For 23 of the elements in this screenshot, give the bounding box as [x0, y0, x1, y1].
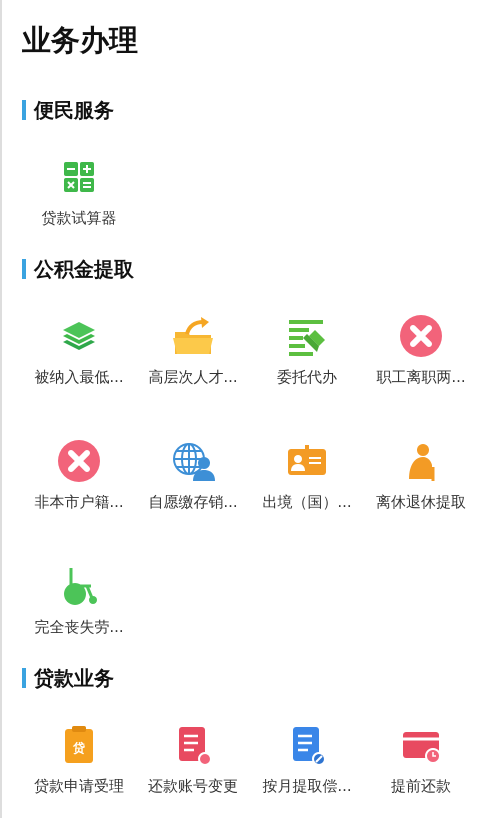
- accent-bar: [22, 100, 26, 120]
- cross-icon[interactable]: [57, 439, 101, 483]
- service-label[interactable]: 自愿缴存销...: [148, 492, 238, 512]
- accent-bar: [22, 668, 26, 688]
- service-label[interactable]: 按月提取偿...: [262, 776, 352, 796]
- section-title: 便民服务: [34, 96, 114, 124]
- service-label[interactable]: 完全丧失劳...: [34, 617, 124, 637]
- service-label[interactable]: 非本市户籍...: [34, 492, 124, 512]
- section-title: 公积金提取: [34, 256, 134, 282]
- service-label[interactable]: 贷款试算器: [42, 208, 116, 228]
- service-label[interactable]: 高层次人才...: [148, 367, 238, 387]
- service-label[interactable]: 出境（国）...: [262, 492, 352, 512]
- accent-bar: [22, 259, 26, 279]
- service-label[interactable]: 还款账号变更: [148, 776, 238, 796]
- service-label[interactable]: 被纳入最低...: [34, 367, 124, 387]
- service-label[interactable]: 职工离职两...: [376, 367, 466, 387]
- page-title: 业务办理: [22, 22, 139, 59]
- section-title: 贷款业务: [34, 664, 114, 692]
- cross-icon[interactable]: [399, 314, 443, 358]
- service-label[interactable]: 委托代办: [277, 367, 337, 387]
- service-label[interactable]: 离休退休提取: [376, 492, 466, 512]
- service-label[interactable]: 提前还款: [391, 776, 451, 796]
- service-label[interactable]: 贷款申请受理: [34, 776, 124, 796]
